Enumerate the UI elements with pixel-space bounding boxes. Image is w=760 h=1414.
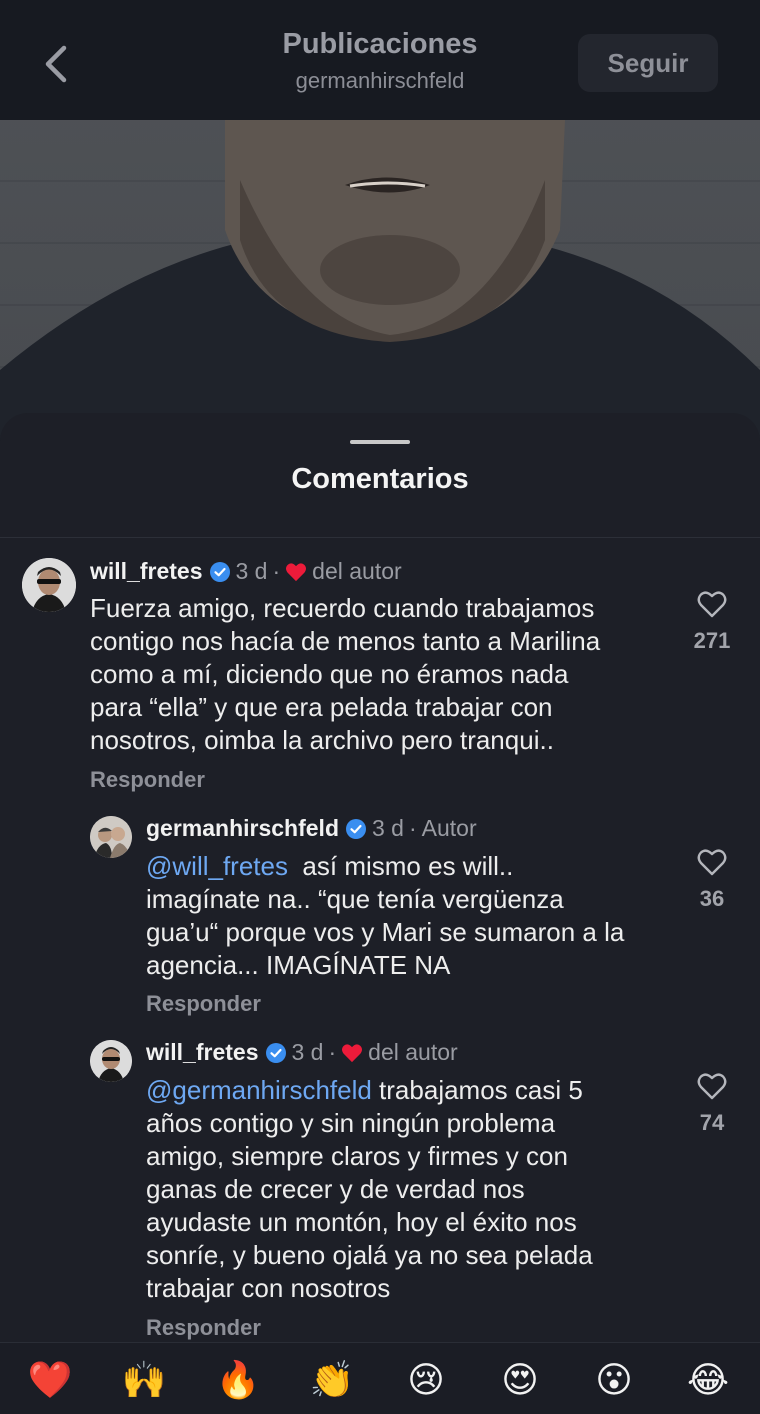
comment-line: @germanhirschfeld trabajamos casi 5: [146, 1074, 676, 1107]
comment-body: @will_fretes así mismo es will.. imagína…: [146, 850, 676, 982]
post-photo-person: [0, 120, 760, 440]
author-badge: del autor: [368, 1039, 458, 1065]
verified-badge-icon: [209, 561, 230, 582]
reply-button[interactable]: Responder: [146, 1315, 261, 1341]
comment-time: 3 d: [372, 815, 404, 841]
like-control[interactable]: 74: [682, 1072, 742, 1136]
fire-emoji-button[interactable]: 🔥: [215, 1357, 261, 1403]
comment-body: Fuerza amigo, recuerdo cuando trabajamos…: [90, 592, 670, 757]
comment-line: contigo nos hacía de menos tanto a Maril…: [90, 626, 601, 656]
comment-line: años contigo y sin ningún problema: [146, 1108, 556, 1138]
reply-button[interactable]: Responder: [90, 767, 205, 793]
crying-emoji-button[interactable]: 😢: [403, 1357, 449, 1403]
heart-outline-icon[interactable]: [697, 590, 727, 618]
like-control[interactable]: 271: [682, 590, 742, 654]
author-heart-icon: [286, 562, 307, 581]
sheet-title: Comentarios: [291, 463, 469, 495]
verified-badge-icon: [346, 818, 366, 839]
like-count: 74: [699, 1110, 725, 1135]
comment-username[interactable]: germanhirschfeld: [146, 815, 339, 842]
follow-button[interactable]: Seguir: [578, 34, 718, 92]
mention-link[interactable]: @germanhirschfeld: [146, 1075, 372, 1105]
comment-line: agencia... IMAGÍNATE NA: [146, 950, 451, 980]
comment-line: trabajar con nosotros: [146, 1273, 391, 1303]
heart-outline-icon[interactable]: [697, 848, 727, 876]
avatar[interactable]: [90, 1040, 132, 1082]
verified-badge-icon: [265, 1042, 286, 1063]
separator-dot: ·: [272, 558, 281, 584]
comment-line: sonríe, y bueno ojalá ya no sea pelada: [146, 1240, 593, 1270]
avatar-image: [22, 558, 76, 612]
heart-outline-icon[interactable]: [697, 1072, 727, 1100]
heart-eyes-emoji-button[interactable]: 😍: [497, 1357, 543, 1403]
comment-line: ayudaste un montón, hoy el éxito nos: [146, 1207, 577, 1237]
reply-button[interactable]: Responder: [146, 991, 261, 1017]
surprised-emoji-button[interactable]: 😮: [591, 1357, 637, 1403]
avatar[interactable]: [90, 816, 132, 858]
author-badge: del autor: [312, 558, 402, 584]
comment-username[interactable]: will_fretes: [146, 1039, 259, 1066]
top-bar: Publicaciones germanhirschfeld Seguir: [0, 0, 760, 120]
drag-handle[interactable]: [350, 440, 410, 444]
comment-meta: will_fretes 3 d · del autor: [90, 558, 402, 585]
raising-hands-emoji-button[interactable]: 🙌: [121, 1357, 167, 1403]
emoji-reaction-bar: ❤️ 🙌 🔥 👏 😢 😍 😮 😂: [0, 1342, 760, 1414]
comment-line: nosotros, oimba la archivo pero tranqui.…: [90, 725, 554, 755]
comment-body: @germanhirschfeld trabajamos casi 5 años…: [146, 1074, 676, 1305]
comment-text: así mismo es will..: [287, 851, 514, 881]
like-count: 36: [699, 886, 725, 911]
comment-line: ganas de crecer y de verdad nos: [146, 1174, 525, 1204]
comment-line: imagínate na.. “que tenía vergüenza: [146, 884, 564, 914]
comment-username[interactable]: will_fretes: [90, 558, 203, 585]
comment-time: 3 d: [235, 558, 268, 584]
mention-link[interactable]: @will_fretes: [146, 851, 288, 881]
author-badge: Autor: [421, 815, 477, 841]
avatar[interactable]: [22, 558, 76, 612]
comment-line: amigo, siempre claros y firmes y con: [146, 1141, 568, 1171]
comment-line: Fuerza amigo, recuerdo cuando trabajamos: [90, 593, 595, 623]
heart-emoji-button[interactable]: ❤️: [27, 1357, 73, 1403]
clapping-emoji-button[interactable]: 👏: [309, 1357, 355, 1403]
comment-meta: will_fretes 3 d · del autor: [146, 1039, 458, 1066]
avatar-image: [90, 1040, 132, 1082]
avatar-image: [90, 816, 132, 858]
comment-line: como a mí, diciendo que no éramos nada: [90, 659, 569, 689]
like-count: 271: [693, 628, 731, 653]
laughing-emoji-button[interactable]: 😂: [685, 1357, 731, 1403]
author-heart-icon: [342, 1043, 363, 1062]
comment-line: para “ella” y que era pelada trabajar co…: [90, 692, 553, 722]
like-control[interactable]: 36: [682, 848, 742, 912]
comment-meta: germanhirschfeld 3 d · Autor: [146, 815, 477, 842]
comment-text: trabajamos casi 5: [371, 1075, 583, 1105]
divider: [0, 537, 760, 538]
comment-time: 3 d: [291, 1039, 324, 1065]
comment-line: @will_fretes así mismo es will..: [146, 850, 676, 883]
separator-dot: ·: [328, 1039, 337, 1065]
separator-dot: ·: [408, 815, 417, 841]
post-media[interactable]: [0, 120, 760, 440]
comment-line: gua’u“ porque vos y Mari se sumaron a la: [146, 917, 625, 947]
